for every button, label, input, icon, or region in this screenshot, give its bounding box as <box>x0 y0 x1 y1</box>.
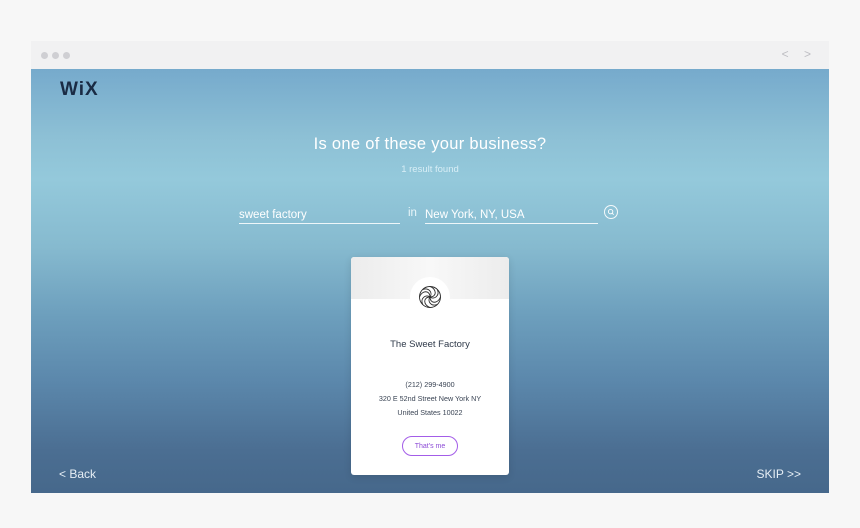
wix-logo: WiX <box>60 79 99 100</box>
location-input[interactable] <box>425 206 598 224</box>
browser-nav-arrows[interactable]: < > <box>782 47 817 61</box>
location-field <box>425 205 598 224</box>
business-phone: (212) 299-4900 <box>405 380 455 389</box>
page-viewport: WiX Is one of these your business? 1 res… <box>31 69 829 493</box>
search-button[interactable] <box>604 205 618 219</box>
in-label: in <box>408 207 417 219</box>
page-title: Is one of these your business? <box>313 135 547 153</box>
business-address-line2: United States 10022 <box>397 408 463 417</box>
business-logo <box>410 277 450 317</box>
browser-window: < > WiX Is one of these your business? 1… <box>31 41 829 493</box>
business-name: The Sweet Factory <box>390 339 470 350</box>
swirl-logo-icon <box>419 286 441 308</box>
business-address-line1: 320 E 52nd Street New York NY <box>378 394 482 403</box>
browser-chrome: < > <box>31 41 829 70</box>
business-name-input[interactable] <box>239 206 400 224</box>
back-button[interactable]: < Back <box>59 467 96 481</box>
skip-button[interactable]: SKIP >> <box>757 467 801 481</box>
thats-me-button[interactable]: That's me <box>402 436 458 456</box>
window-dot-minimize[interactable] <box>52 52 59 59</box>
search-icon <box>607 208 614 215</box>
window-dot-maximize[interactable] <box>63 52 70 59</box>
business-result-card: The Sweet Factory (212) 299-4900 320 E 5… <box>351 257 509 475</box>
results-count: 1 result found <box>401 164 459 175</box>
business-name-field <box>239 205 400 224</box>
window-dot-close[interactable] <box>41 52 48 59</box>
